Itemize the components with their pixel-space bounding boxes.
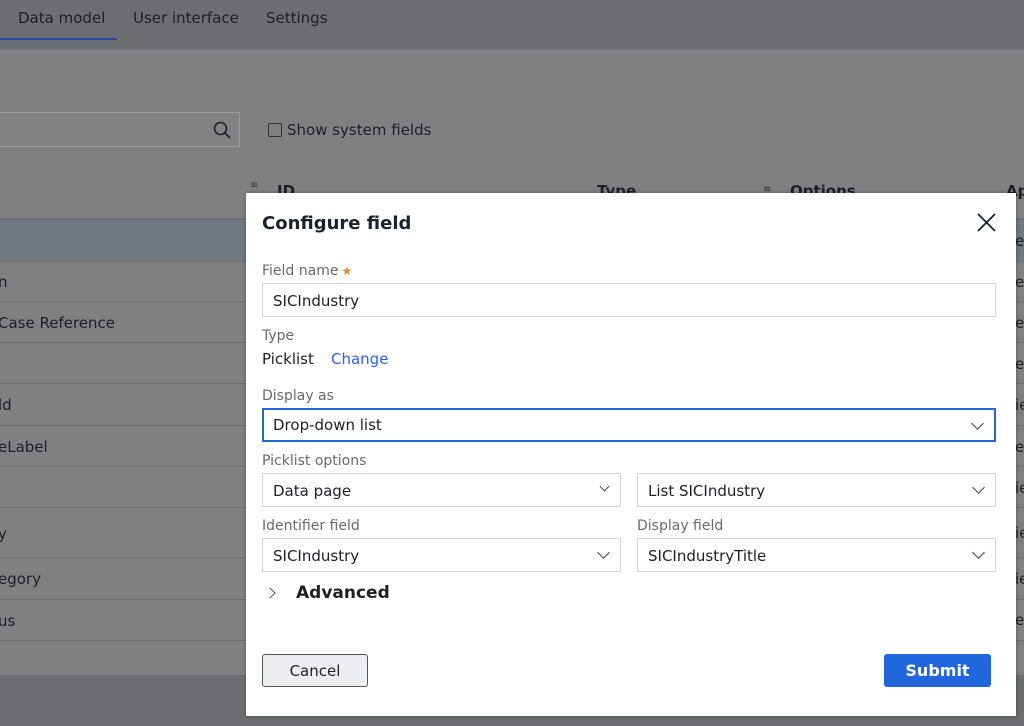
search-input[interactable] bbox=[0, 112, 240, 147]
row-cell: e bbox=[1015, 355, 1024, 373]
field-name-input[interactable]: SICIndustry bbox=[262, 283, 996, 317]
search-icon bbox=[213, 121, 231, 139]
row-cell: e bbox=[1015, 273, 1024, 291]
picklist-options-label: Picklist options bbox=[262, 453, 367, 469]
row-cell: ie bbox=[1015, 524, 1024, 542]
field-name-label-text: Field name bbox=[262, 263, 339, 279]
row-cell: e bbox=[1015, 314, 1024, 332]
change-type-link[interactable]: Change bbox=[331, 350, 388, 368]
chevron-down-icon bbox=[972, 481, 985, 494]
type-value: Picklist bbox=[262, 350, 314, 368]
identifier-field-value: SICIndustry bbox=[273, 547, 360, 565]
tab-user-interface[interactable]: User interface bbox=[133, 9, 239, 27]
data-page-value: List SICIndustry bbox=[648, 482, 766, 500]
chevron-down-icon bbox=[971, 417, 984, 430]
cancel-button[interactable]: Cancel bbox=[262, 654, 368, 687]
show-system-fields-checkbox[interactable] bbox=[268, 123, 282, 137]
show-system-fields-label: Show system fields bbox=[287, 121, 432, 139]
advanced-toggle[interactable]: Advanced bbox=[262, 583, 390, 603]
display-as-value: Drop-down list bbox=[273, 416, 382, 434]
active-tab-indicator bbox=[0, 38, 117, 40]
display-field-label: Display field bbox=[637, 518, 724, 534]
display-field-value: SICIndustryTitle bbox=[648, 547, 767, 565]
display-field-select[interactable]: SICIndustryTitle bbox=[637, 538, 996, 572]
display-as-select[interactable]: Drop-down list bbox=[262, 408, 996, 442]
type-label: Type bbox=[262, 328, 295, 344]
chevron-down-icon bbox=[972, 546, 985, 559]
submit-button[interactable]: Submit bbox=[884, 654, 991, 687]
row-cell: e bbox=[1015, 232, 1024, 250]
row-cell: ie bbox=[1015, 396, 1024, 414]
display-as-label: Display as bbox=[262, 388, 334, 404]
row-cell: ie bbox=[1015, 479, 1024, 497]
dialog-title: Configure field bbox=[262, 213, 412, 234]
close-icon[interactable] bbox=[977, 213, 996, 232]
tab-bar: Data model User interface Settings bbox=[0, 0, 1024, 50]
field-name-label: Field name ★ bbox=[262, 263, 352, 279]
row-cell: ie bbox=[1015, 570, 1024, 588]
data-page-select[interactable]: List SICIndustry bbox=[637, 473, 996, 507]
identifier-field-label: Identifier field bbox=[262, 518, 360, 534]
picklist-source-select[interactable]: Data page bbox=[262, 473, 621, 507]
advanced-label: Advanced bbox=[296, 583, 390, 603]
row-cell: e bbox=[1015, 611, 1024, 629]
tab-data-model[interactable]: Data model bbox=[18, 9, 105, 27]
tab-settings[interactable]: Settings bbox=[266, 9, 328, 27]
identifier-field-select[interactable]: SICIndustry bbox=[262, 538, 621, 572]
chevron-right-icon bbox=[264, 587, 276, 599]
chevron-down-icon bbox=[599, 481, 610, 492]
chevron-down-icon bbox=[597, 546, 610, 559]
filter-icon[interactable]: ≡ bbox=[250, 181, 262, 191]
picklist-source-value: Data page bbox=[273, 482, 352, 500]
configure-field-dialog: Configure field Field name ★ SICIndustry … bbox=[246, 193, 1016, 716]
required-icon: ★ bbox=[341, 264, 353, 278]
row-cell: e bbox=[1015, 438, 1024, 456]
